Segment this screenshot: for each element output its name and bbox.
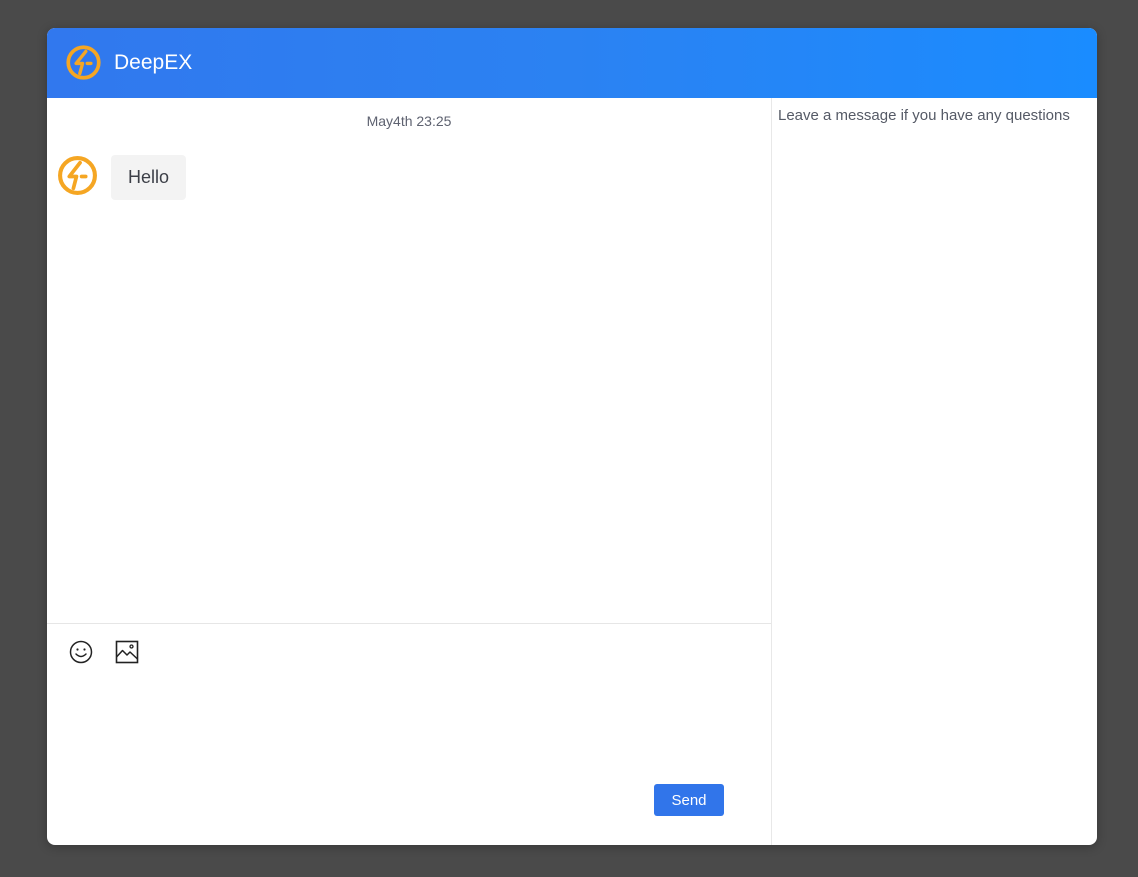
leave-message-note: Leave a message if you have any question…	[778, 107, 1070, 124]
message-bubble: Hello	[111, 155, 187, 200]
chat-panel: May4th 23:25 Hello Send	[47, 98, 772, 845]
header-bar: DeepEX	[47, 28, 1097, 98]
message-timestamp: May4th 23:25	[366, 113, 452, 129]
message-row: Hello	[57, 155, 187, 200]
deepex-logo-icon	[66, 45, 101, 80]
app-title: DeepEX	[114, 51, 193, 74]
side-panel: Leave a message if you have any question…	[772, 98, 1097, 845]
send-button[interactable]: Send	[654, 784, 724, 816]
chat-window: DeepEX May4th 23:25 Hello Send Leave a m…	[47, 28, 1097, 845]
image-upload-icon[interactable]	[115, 640, 139, 664]
message-composer: Send	[47, 623, 771, 845]
smiley-icon[interactable]	[69, 640, 93, 664]
agent-avatar-logo-icon	[58, 156, 97, 195]
message-input[interactable]	[67, 676, 751, 776]
